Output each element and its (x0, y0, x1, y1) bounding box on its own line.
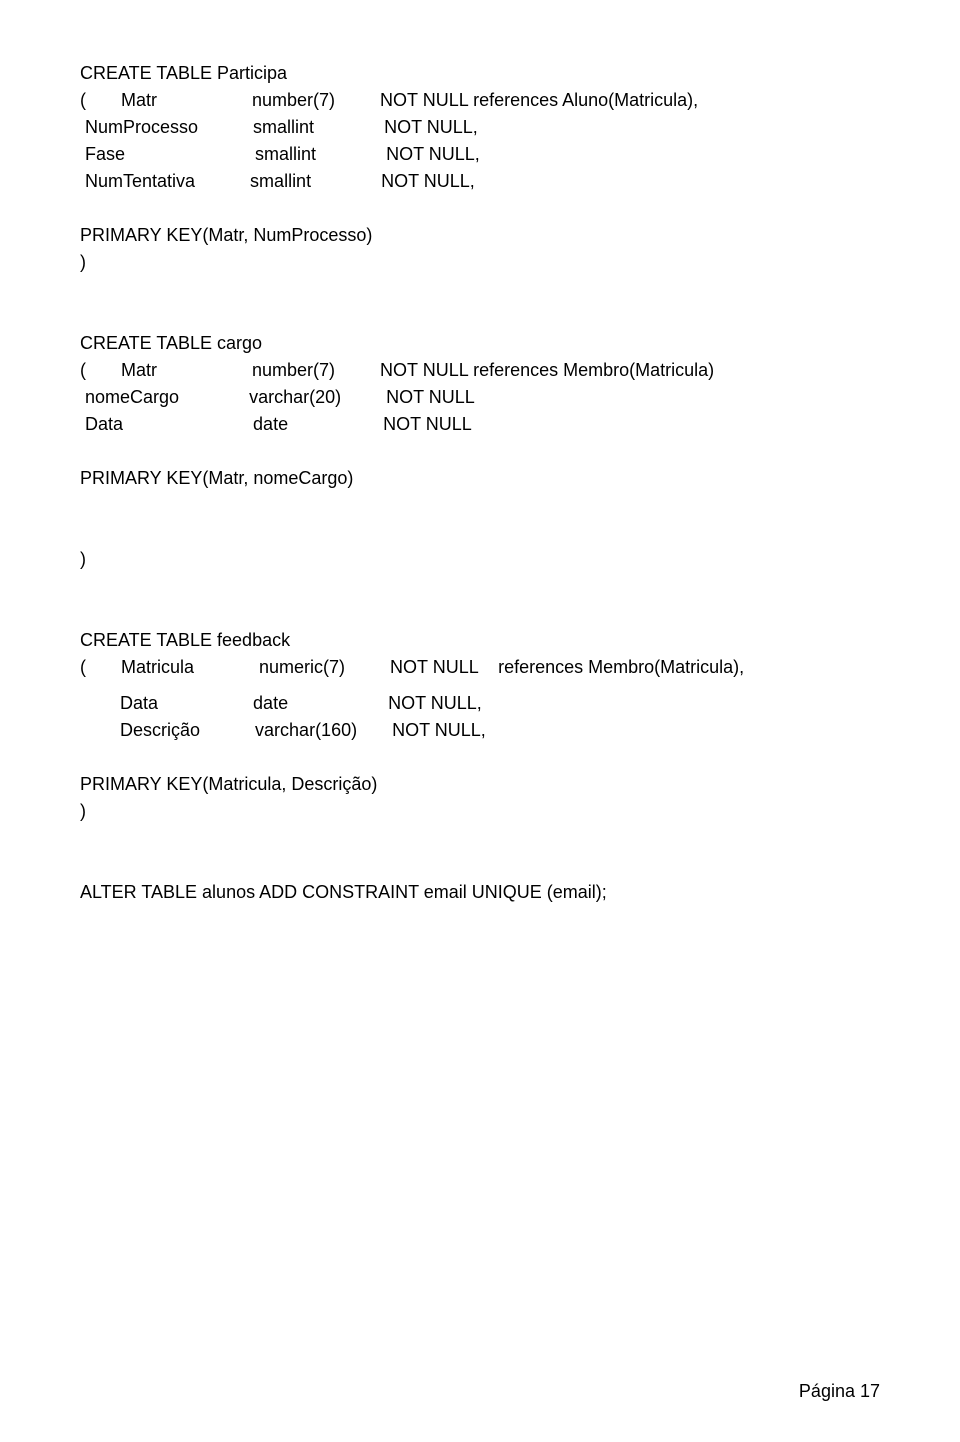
sql-line: Data date NOT NULL, (80, 690, 880, 717)
blank-line (80, 492, 880, 519)
blank-line (80, 681, 880, 690)
sql-line: PRIMARY KEY(Matricula, Descrição) (80, 771, 880, 798)
sql-line: nomeCargo varchar(20) NOT NULL (80, 384, 880, 411)
sql-line: PRIMARY KEY(Matr, nomeCargo) (80, 465, 880, 492)
sql-line: Fase smallint NOT NULL, (80, 141, 880, 168)
sql-line: Data date NOT NULL (80, 411, 880, 438)
sql-line: CREATE TABLE cargo (80, 330, 880, 357)
sql-line: CREATE TABLE feedback (80, 627, 880, 654)
blank-line (80, 276, 880, 303)
sql-line: ( Matricula numeric(7) NOT NULL referenc… (80, 654, 880, 681)
sql-line: ( Matr number(7) NOT NULL references Alu… (80, 87, 880, 114)
sql-line: Descrição varchar(160) NOT NULL, (80, 717, 880, 744)
blank-line (80, 852, 880, 879)
blank-line (80, 825, 880, 852)
sql-line: ) (80, 249, 880, 276)
sql-line: NumProcesso smallint NOT NULL, (80, 114, 880, 141)
page-number: Página 17 (799, 1381, 880, 1402)
sql-line: ) (80, 546, 880, 573)
blank-line (80, 438, 880, 465)
sql-line: ALTER TABLE alunos ADD CONSTRAINT email … (80, 879, 880, 906)
blank-line (80, 303, 880, 330)
blank-line (80, 519, 880, 546)
sql-line: CREATE TABLE Participa (80, 60, 880, 87)
blank-line (80, 573, 880, 600)
blank-line (80, 600, 880, 627)
sql-line: ) (80, 798, 880, 825)
blank-line (80, 744, 880, 771)
sql-line: NumTentativa smallint NOT NULL, (80, 168, 880, 195)
sql-line: PRIMARY KEY(Matr, NumProcesso) (80, 222, 880, 249)
sql-line: ( Matr number(7) NOT NULL references Mem… (80, 357, 880, 384)
blank-line (80, 195, 880, 222)
